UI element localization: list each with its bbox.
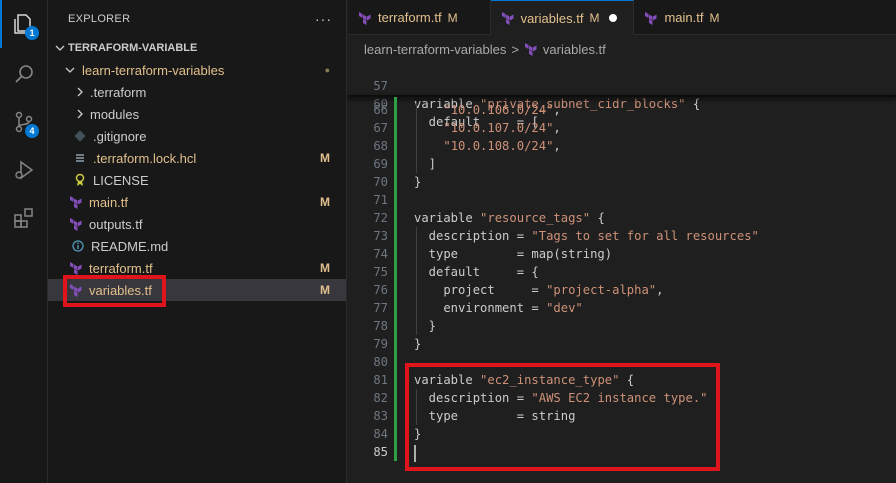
tree-file-readme[interactable]: README.md [48, 235, 346, 257]
tab-label: terraform.tf [378, 10, 442, 25]
terraform-icon [359, 11, 371, 25]
more-actions-icon[interactable]: ··· [315, 11, 332, 27]
modified-badge: M [320, 261, 330, 275]
tree-file-terraform-lock[interactable]: .terraform.lock.hcl M [48, 147, 346, 169]
tree-item-label: .terraform.lock.hcl [93, 150, 197, 166]
workspace-label: TERRAFORM-VARIABLE [68, 42, 198, 54]
git-icon [72, 128, 88, 144]
info-icon [70, 238, 86, 254]
terraform-icon [68, 260, 84, 276]
chevron-right-icon [72, 109, 88, 119]
code-highlight-box [405, 363, 720, 471]
terraform-icon [501, 12, 514, 25]
tree-item-label: README.md [91, 238, 169, 254]
modified-badge: M [320, 195, 330, 209]
lines-file-icon [72, 150, 88, 166]
tree-file-license[interactable]: LICENSE [48, 169, 346, 191]
tree-item-label: .terraform [90, 84, 147, 100]
explorer-title: EXPLORER [68, 13, 131, 25]
extensions-icon[interactable] [0, 194, 48, 242]
source-control-icon[interactable]: 4 [0, 98, 48, 146]
chevron-down-icon [62, 65, 78, 75]
tree-file-main-tf[interactable]: main.tf M [48, 191, 346, 213]
run-debug-icon[interactable] [0, 146, 48, 194]
search-icon[interactable] [0, 50, 48, 98]
license-icon [72, 172, 88, 188]
indent-guide [416, 227, 417, 335]
tab-bar: terraform.tf M variables.tf M main.tf M [348, 0, 896, 35]
tree-folder-terraform[interactable]: .terraform [48, 81, 346, 103]
explorer-header: EXPLORER ··· [48, 0, 346, 38]
breadcrumb: learn-terraform-variables > variables.tf [364, 40, 606, 58]
tree-folder-modules[interactable]: modules [48, 103, 346, 125]
explorer-sidebar: EXPLORER ··· TERRAFORM-VARIABLE learn-te… [48, 0, 347, 483]
terraform-icon [645, 11, 657, 25]
tab-label: main.tf [664, 10, 704, 25]
tab-label: variables.tf [520, 10, 584, 26]
tree-item-label: modules [90, 106, 140, 122]
breadcrumb-separator: > [511, 41, 519, 57]
source-control-badge: 4 [25, 124, 39, 138]
tab-status: M [447, 10, 458, 25]
breadcrumb-file[interactable]: variables.tf [543, 42, 606, 57]
unsaved-dot-icon[interactable] [609, 14, 618, 22]
tab-variables-tf[interactable]: variables.tf M [490, 0, 635, 35]
tree-folder-learn-terraform-variables[interactable]: learn-terraform-variables ● [48, 59, 346, 81]
modified-badge: M [320, 151, 330, 165]
explorer-highlight-box [63, 275, 166, 307]
tree-item-label: main.tf [89, 194, 129, 210]
tab-status: M [589, 11, 600, 25]
breadcrumb-folder[interactable]: learn-terraform-variables [364, 42, 506, 57]
tree-item-label: outputs.tf [89, 216, 143, 232]
tree-item-label: LICENSE [93, 172, 149, 188]
tree-file-outputs-tf[interactable]: outputs.tf [48, 213, 346, 235]
modified-badge: M [320, 283, 330, 297]
git-added-gutter [394, 97, 397, 461]
tab-status: M [709, 10, 720, 25]
terraform-icon [68, 216, 84, 232]
indent-guide [416, 101, 417, 173]
tab-main-tf[interactable]: main.tf M [634, 0, 729, 35]
chevron-right-icon [72, 87, 88, 97]
tree-item-label: learn-terraform-variables [82, 62, 225, 78]
modified-dot: ● [324, 65, 330, 75]
terraform-icon [524, 43, 537, 56]
explorer-badge: 1 [25, 26, 39, 40]
workspace-header[interactable]: TERRAFORM-VARIABLE [48, 37, 346, 59]
terraform-icon [68, 194, 84, 210]
tab-terraform-tf[interactable]: terraform.tf M [348, 0, 491, 35]
activity-bar: 1 4 [0, 0, 48, 483]
tree-item-label: .gitignore [93, 128, 147, 144]
tree-file-gitignore[interactable]: .gitignore [48, 125, 346, 147]
explorer-icon[interactable]: 1 [0, 0, 48, 48]
chevron-down-icon [52, 43, 68, 53]
tree-item-label: terraform.tf [89, 260, 153, 276]
